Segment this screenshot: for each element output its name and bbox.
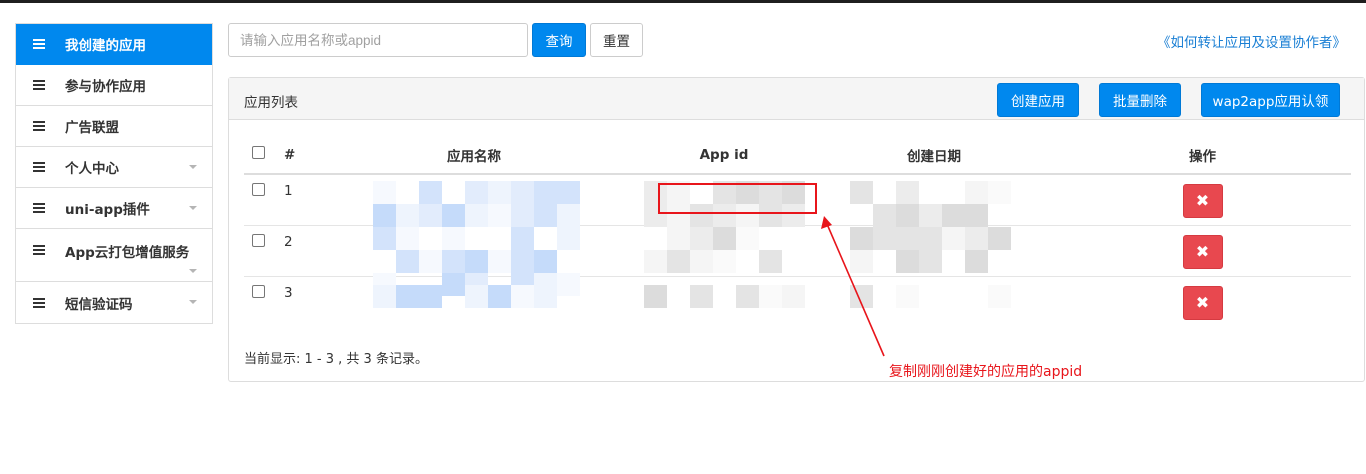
annotation-text: 复制刚刚创建好的应用的appid: [889, 364, 1083, 380]
annotation-arrow: [821, 216, 885, 357]
